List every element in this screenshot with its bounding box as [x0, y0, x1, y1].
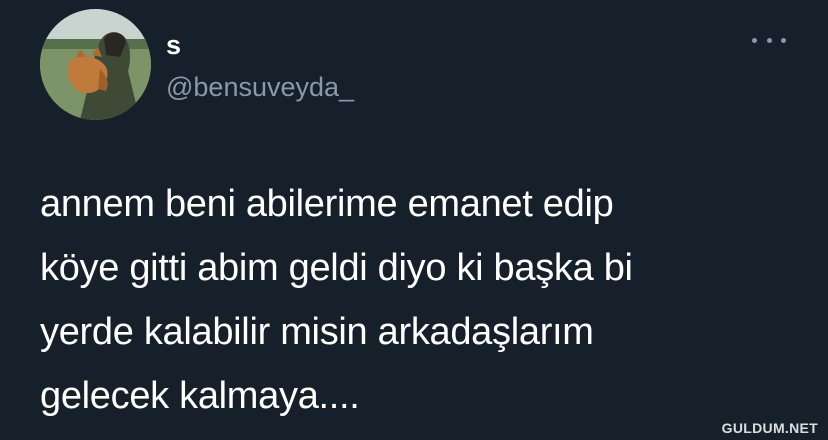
tweet-text-line: annem beni abilerime emanet edip — [40, 183, 614, 225]
user-handle[interactable]: @bensuveyda_ — [166, 72, 354, 103]
more-horizontal-icon[interactable] — [752, 30, 786, 50]
more-dot — [766, 37, 772, 43]
tweet-text: annem beni abilerime emanet edip köye gi… — [40, 172, 800, 428]
tweet-card: s @bensuveyda_ annem beni abilerime eman… — [0, 0, 828, 440]
tweet-text-line: köye gitti abim geldi diyo ki başka bi — [40, 247, 633, 289]
avatar-photo — [40, 9, 151, 120]
tweet-text-line: yerde kalabilir misin arkadaşlarım — [40, 311, 594, 353]
watermark: GULDUM.NET — [721, 420, 818, 436]
more-dot — [781, 37, 786, 43]
avatar[interactable] — [40, 9, 151, 120]
tweet-text-line: gelecek kalmaya.... — [40, 375, 360, 417]
display-name[interactable]: s — [166, 30, 181, 61]
more-dot — [752, 37, 757, 43]
